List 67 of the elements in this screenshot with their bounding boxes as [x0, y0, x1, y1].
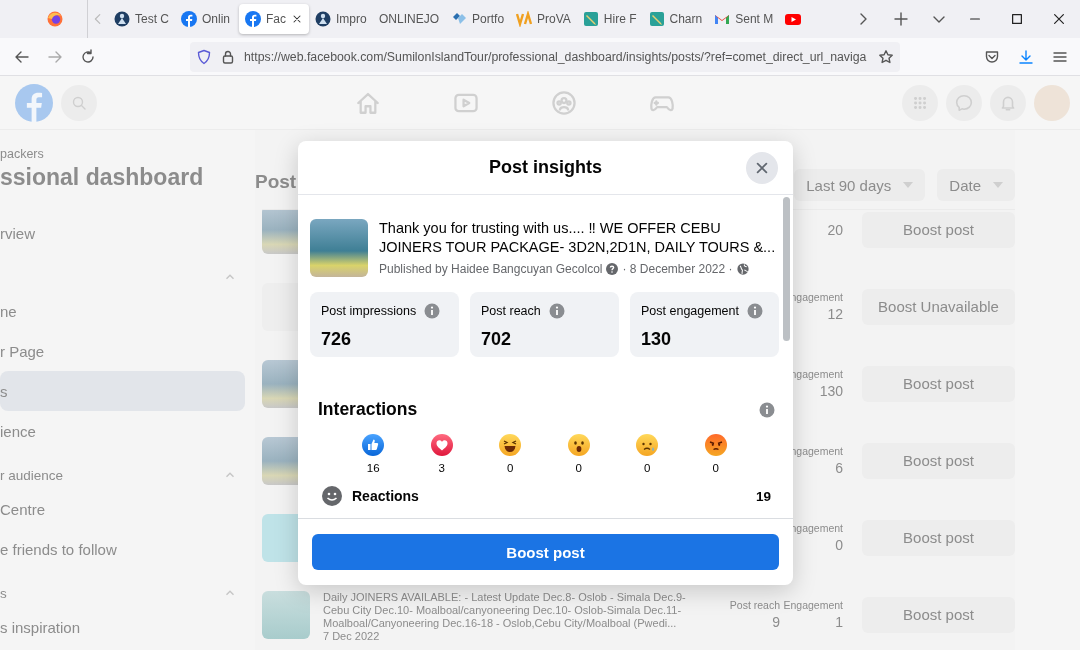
browser-tab[interactable]: Portfo — [445, 4, 511, 34]
boost-button[interactable]: Boost post — [312, 534, 779, 570]
filter-dropdown[interactable]: Date — [937, 169, 1015, 201]
page-name: packers — [0, 147, 45, 161]
browser-tab[interactable]: ONLINEJO — [373, 4, 446, 34]
metric-value: 6 — [834, 458, 843, 478]
browser-tab[interactable]: ProVA — [510, 4, 577, 34]
sidebar-item[interactable]: s inspiration — [0, 607, 245, 647]
reaction-count: 0 — [575, 462, 582, 474]
post-date: 7 Dec 2022 — [323, 630, 381, 643]
metric-value: 726 — [321, 329, 353, 350]
reaction-count: 3 — [438, 462, 445, 474]
metric-value: 130 — [818, 381, 843, 401]
metric-value: 1 — [834, 612, 843, 632]
boost-button[interactable]: Boost Unavailable — [862, 288, 1015, 325]
metric-value: 702 — [481, 329, 513, 350]
browser-tab[interactable]: Impro — [309, 4, 374, 34]
reaction-count: 0 — [712, 462, 719, 474]
metric-value: 0 — [834, 535, 843, 555]
sidebar-item[interactable]: ne — [0, 291, 245, 331]
boost-button[interactable]: Boost post — [862, 442, 1015, 479]
sidebar-item[interactable]: s — [0, 371, 245, 411]
browser-tab[interactable]: Charn — [642, 4, 709, 34]
sidebar-item[interactable]: ience — [0, 411, 245, 451]
address-bar[interactable]: https://web.facebook.com/SumilonIslandTour/professional_dashboard/insights/posts/?ref=comet_direct_url_naviga — [190, 41, 900, 72]
boost-button[interactable]: Boost post — [862, 365, 1015, 402]
metric-label: Post impressions — [321, 304, 417, 318]
dialog-title: Post insights — [489, 157, 602, 178]
metric-label: Post reach — [481, 304, 541, 318]
boost-button[interactable]: Boost post — [862, 211, 1015, 248]
sidebar-item[interactable]: rview — [0, 213, 245, 253]
boost-button[interactable]: Boost post — [862, 519, 1015, 556]
reactions-label: Reactions — [352, 488, 419, 504]
post-text: Daily JOINERS AVAILABLE: - Latest Update Dec.8- Oslob - Simala Dec.9- Cebu City Dec.10- Moalboal/canyoneering Dec.10- Oslob-Simala Dec.11- Moalboal/Canyoneering Dec.16-18 - Oslob,Cebu City/Moalboal (Pwedi... — [323, 591, 687, 630]
reaction-count: 0 — [507, 462, 514, 474]
reaction-count: 0 — [644, 462, 651, 474]
metric-label: ngagement — [789, 289, 843, 304]
metric-value: 130 — [641, 329, 673, 350]
reactions-total: 19 — [755, 488, 771, 504]
metric-label: ngagement — [789, 366, 843, 381]
browser-tab[interactable]: Fac — [239, 4, 310, 34]
browser-tab[interactable]: Hire F — [576, 4, 643, 34]
sidebar-title: ssional dashboard — [0, 164, 205, 191]
boost-button[interactable]: Boost post — [862, 596, 1015, 633]
metric-label: Post engagement — [641, 304, 739, 318]
metric-label: ngagement — [789, 443, 843, 458]
metric-value: 20 — [826, 220, 843, 240]
reaction-count: 16 — [366, 462, 380, 474]
metric-label: Post reach — [728, 597, 780, 612]
browser-tab[interactable]: Onlin — [175, 4, 239, 34]
metric-value: 9 — [771, 612, 780, 632]
sidebar-item[interactable]: Centre — [0, 489, 245, 529]
section-heading: s — [0, 585, 7, 601]
section-heading: r audience — [0, 467, 64, 483]
page-heading: Post — [255, 171, 297, 193]
post-date: · 8 December 2022 · — [622, 262, 733, 276]
filter-dropdown[interactable]: Last 90 days — [794, 169, 926, 201]
post-text: Thank you for trusting with us.... ‼ WE OFFER CEBU JOINERS TOUR PACKAGE- 3D2N,2D1N, DAILY TOURS &... — [379, 219, 777, 257]
browser-tab[interactable]: Sent M — [708, 4, 780, 34]
browser-tab[interactable]: Test C — [108, 4, 175, 34]
metric-value: 12 — [826, 304, 843, 324]
metric-label: ngagement — [789, 520, 843, 535]
post-author: Published by Haidee Bangcuyan Gecolcol — [379, 262, 603, 276]
sidebar-item[interactable]: e friends to follow — [0, 529, 245, 569]
sidebar-item[interactable]: r Page — [0, 331, 245, 371]
section-heading: Interactions — [318, 399, 418, 420]
metric-label: Engagement — [782, 597, 843, 612]
